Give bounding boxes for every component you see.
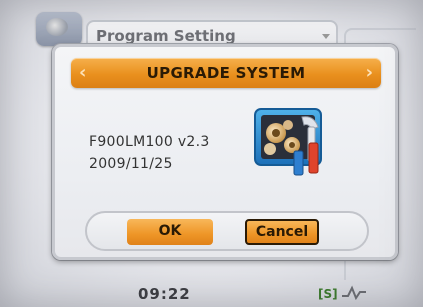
upgrade-system-dialog: ‹ UPGRADE SYSTEM › F900LM100 v2.3 2009/1… [52, 44, 398, 260]
status-signal-label: [S] [318, 287, 338, 301]
firmware-version: F900LM100 v2.3 [89, 134, 210, 150]
firmware-info: F900LM100 v2.3 2009/11/25 [89, 131, 210, 175]
status-time: 09:22 [138, 285, 191, 303]
signal-icon [340, 284, 370, 304]
cancel-button[interactable]: Cancel [245, 219, 319, 245]
dialog-title-bar: ‹ UPGRADE SYSTEM › [71, 58, 381, 88]
upgrade-tools-icon [252, 103, 330, 181]
ok-button[interactable]: OK [127, 219, 213, 245]
program-setting-label: Program Setting [96, 27, 236, 45]
chevron-down-icon [322, 34, 330, 39]
chevron-left-icon[interactable]: ‹ [79, 58, 86, 88]
menu-app-icon [36, 12, 82, 46]
chevron-right-icon[interactable]: › [366, 58, 373, 88]
dialog-button-row: OK Cancel [85, 211, 369, 251]
dialog-title: UPGRADE SYSTEM [146, 64, 306, 82]
firmware-date: 2009/11/25 [89, 156, 173, 172]
